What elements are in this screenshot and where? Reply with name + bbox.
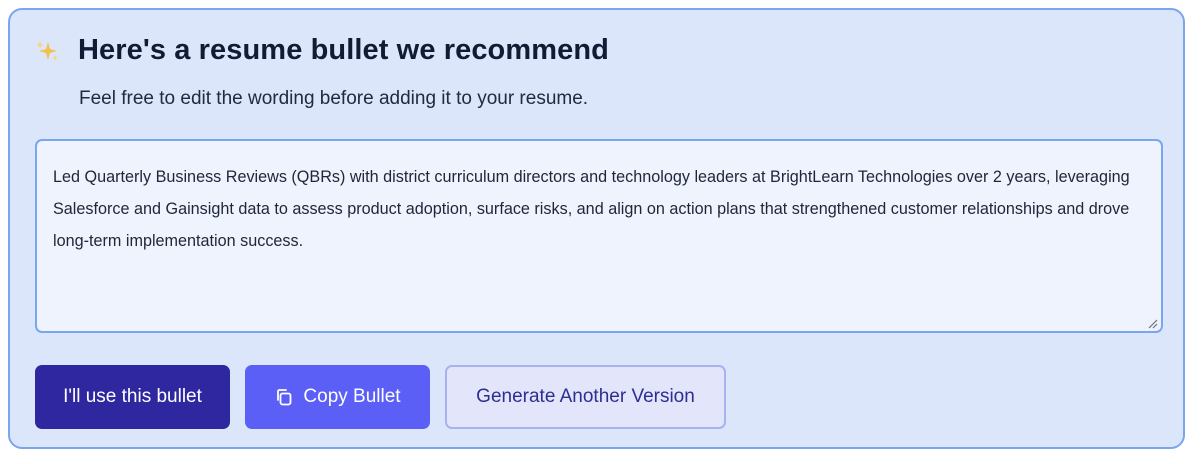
use-bullet-button[interactable]: I'll use this bullet xyxy=(35,365,230,429)
copy-bullet-button[interactable]: Copy Bullet xyxy=(245,365,430,429)
copy-bullet-label: Copy Bullet xyxy=(303,386,401,407)
bullet-editor: Led Quarterly Business Reviews (QBRs) wi… xyxy=(35,139,1163,333)
copy-icon xyxy=(274,387,294,407)
card-header: Here's a resume bullet we recommend xyxy=(34,34,609,67)
resume-bullet-card: Here's a resume bullet we recommend Feel… xyxy=(8,8,1185,449)
card-subtitle: Feel free to edit the wording before add… xyxy=(79,88,589,109)
bullet-textarea[interactable]: Led Quarterly Business Reviews (QBRs) wi… xyxy=(37,141,1161,331)
card-title: Here's a resume bullet we recommend xyxy=(78,34,609,66)
generate-another-label: Generate Another Version xyxy=(476,386,695,407)
generate-another-button[interactable]: Generate Another Version xyxy=(445,365,726,429)
resize-handle-icon[interactable] xyxy=(1146,316,1158,329)
use-bullet-label: I'll use this bullet xyxy=(63,386,202,407)
sparkles-icon xyxy=(34,38,60,64)
